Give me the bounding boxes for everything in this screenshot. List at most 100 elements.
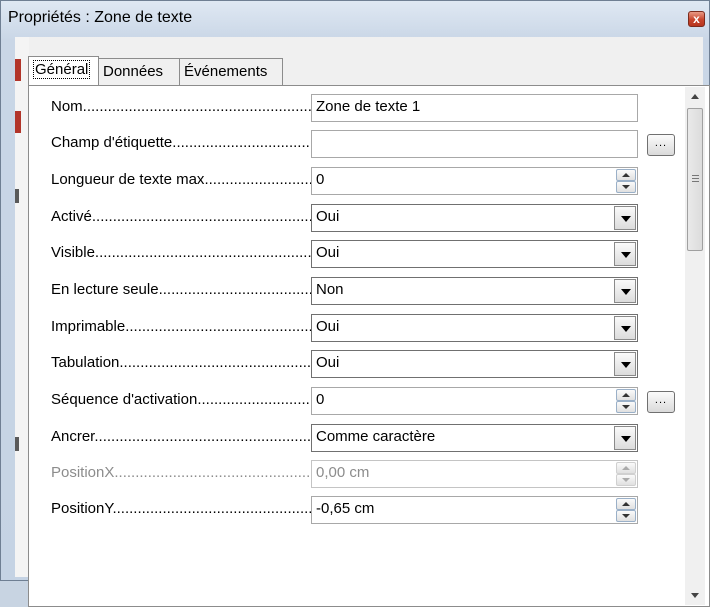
label-leader-dots: ........................................… <box>91 208 315 225</box>
spin-buttons <box>616 462 636 486</box>
tab-label: Général <box>33 60 91 79</box>
spin-up-icon <box>616 462 636 474</box>
property-dropdown[interactable]: Comme caractère <box>311 424 638 452</box>
property-label-text: PositionX <box>51 464 115 481</box>
tab-general[interactable]: Général <box>28 56 99 86</box>
property-spin-field: 0,00 cm <box>311 460 638 488</box>
property-dropdown[interactable]: Non <box>311 277 638 305</box>
background-marker <box>15 59 21 81</box>
close-icon: x <box>693 12 700 26</box>
property-row-ancrer: Ancrer..................................… <box>29 423 709 453</box>
spin-up-icon[interactable] <box>616 169 636 181</box>
property-label: Séquence d'activation...................… <box>51 391 315 413</box>
spin-up-icon[interactable] <box>616 498 636 510</box>
scroll-down-arrow-icon[interactable] <box>685 585 705 605</box>
spin-up-icon[interactable] <box>616 389 636 401</box>
background-marker <box>15 111 21 133</box>
label-leader-dots: ........................................… <box>82 98 315 115</box>
close-button[interactable]: x <box>688 11 705 27</box>
dropdown-arrow-icon[interactable] <box>614 242 636 266</box>
dropdown-arrow-icon[interactable] <box>614 352 636 376</box>
property-label: Champ d'étiquette.......................… <box>51 134 315 156</box>
properties-panel: Nom.....................................… <box>28 85 710 607</box>
property-text-field[interactable] <box>311 130 638 158</box>
property-value: 0,00 cm <box>316 464 370 481</box>
background-marker <box>15 437 19 451</box>
background-document-strip <box>15 37 29 577</box>
dialog-body: Général Données Événements Nom..........… <box>15 37 710 607</box>
property-row-en-lecture-seule: En lecture seule........................… <box>29 276 709 306</box>
property-label-text: Champ d'étiquette <box>51 134 173 151</box>
property-value: Zone de texte 1 <box>316 98 421 115</box>
property-value: 0 <box>316 391 325 408</box>
property-label-text: PositionY <box>51 500 113 517</box>
label-leader-dots: ........................................… <box>94 428 315 445</box>
property-label: PositionY...............................… <box>51 500 315 522</box>
property-value: Oui <box>316 208 340 225</box>
property-label: PositionX...............................… <box>51 464 315 486</box>
property-value: Oui <box>316 244 340 261</box>
background-marker <box>15 189 19 203</box>
scroll-up-arrow-icon[interactable] <box>685 87 705 107</box>
property-label-text: Tabulation <box>51 354 120 371</box>
property-spin-field[interactable]: -0,65 cm <box>311 496 638 524</box>
property-label-text: Ancrer <box>51 428 95 445</box>
property-value: -0,65 cm <box>316 500 375 517</box>
spin-down-icon[interactable] <box>616 510 636 522</box>
dialog-title: Propriétés : Zone de texte <box>8 9 193 26</box>
property-label: Activé..................................… <box>51 208 315 230</box>
property-row-positiony: PositionY...............................… <box>29 495 709 525</box>
properties-dialog: Propriétés : Zone de texte x Général Don… <box>0 0 710 607</box>
grip-icon <box>692 175 699 182</box>
property-label: Visible.................................… <box>51 244 315 266</box>
property-dropdown[interactable]: Oui <box>311 314 638 342</box>
property-row-imprimable: Imprimable..............................… <box>29 313 709 343</box>
tab-label: Données <box>103 63 164 80</box>
property-value: Oui <box>316 354 340 371</box>
property-spin-field[interactable]: 0 <box>311 387 638 415</box>
property-label-text: En lecture seule <box>51 281 159 298</box>
vertical-scrollbar[interactable] <box>685 87 705 605</box>
label-leader-dots: ........................................… <box>119 354 315 371</box>
title-bar[interactable]: Propriétés : Zone de texte x <box>1 1 709 35</box>
property-value: Non <box>316 281 344 298</box>
property-row-tabulation: Tabulation..............................… <box>29 349 709 379</box>
property-row-longueur-de-texte-max: Longueur de texte max...................… <box>29 166 709 196</box>
property-dropdown[interactable]: Oui <box>311 240 638 268</box>
label-leader-dots: ........................................… <box>114 464 315 481</box>
property-text-field[interactable]: Zone de texte 1 <box>311 94 638 122</box>
dropdown-arrow-icon[interactable] <box>614 426 636 450</box>
label-leader-dots: ........................................… <box>125 318 315 335</box>
spin-down-icon <box>616 474 636 486</box>
tab-donnees[interactable]: Données <box>98 58 180 85</box>
property-row-sequence-d-activation: Séquence d'activation...................… <box>29 386 709 416</box>
property-row-nom: Nom.....................................… <box>29 93 709 123</box>
property-label: Ancrer..................................… <box>51 428 315 450</box>
spin-down-icon[interactable] <box>616 401 636 413</box>
property-label: En lecture seule........................… <box>51 281 315 303</box>
property-label: Nom.....................................… <box>51 98 315 120</box>
property-value: Oui <box>316 318 340 335</box>
property-label-text: Longueur de texte max <box>51 171 205 188</box>
label-leader-dots: ........................................… <box>172 134 315 151</box>
property-label-text: Activé <box>51 208 92 225</box>
property-value: Comme caractère <box>316 428 436 445</box>
property-spin-field[interactable]: 0 <box>311 167 638 195</box>
property-dropdown[interactable]: Oui <box>311 350 638 378</box>
property-row-champ-d-etiquette: Champ d'étiquette.......................… <box>29 129 709 159</box>
property-value: 0 <box>316 171 325 188</box>
property-dropdown[interactable]: Oui <box>311 204 638 232</box>
property-row-positionx: PositionX...............................… <box>29 459 709 489</box>
tab-label: Événements <box>184 63 268 80</box>
dropdown-arrow-icon[interactable] <box>614 206 636 230</box>
dropdown-arrow-icon[interactable] <box>614 279 636 303</box>
property-label: Longueur de texte max...................… <box>51 171 315 193</box>
tab-evenements[interactable]: Événements <box>179 58 283 85</box>
ellipsis-button[interactable]: ... <box>647 391 675 413</box>
property-row-active: Activé..................................… <box>29 203 709 233</box>
ellipsis-button[interactable]: ... <box>647 134 675 156</box>
dropdown-arrow-icon[interactable] <box>614 316 636 340</box>
spin-down-icon[interactable] <box>616 181 636 193</box>
label-leader-dots: ........................................… <box>197 391 315 408</box>
scrollbar-thumb[interactable] <box>687 108 703 251</box>
